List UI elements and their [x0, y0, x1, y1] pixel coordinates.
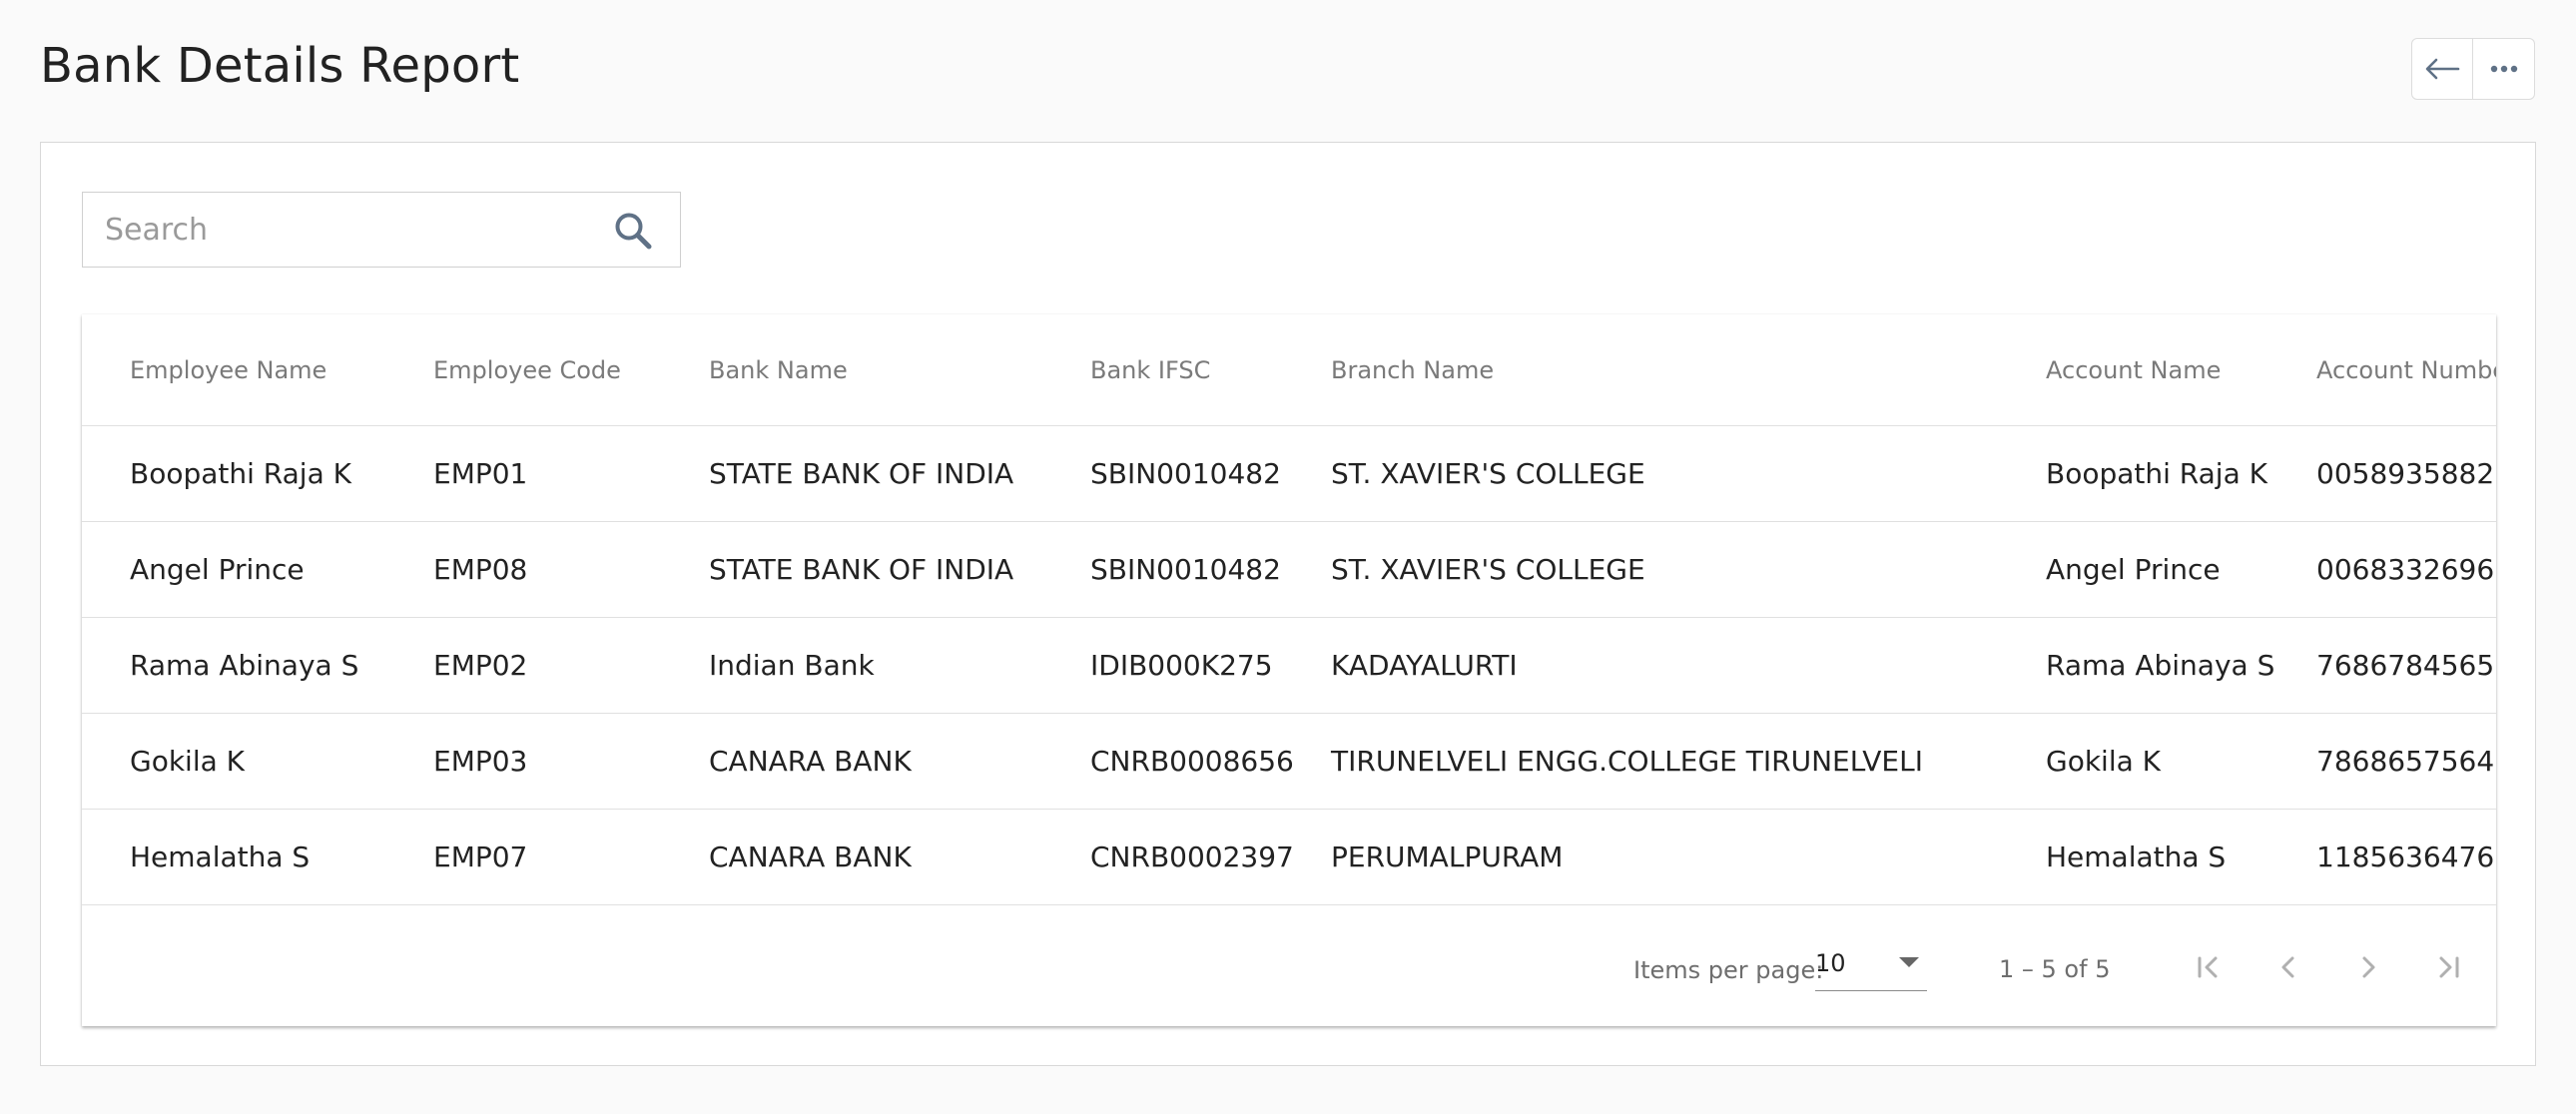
cell-employee-code: EMP07: [433, 840, 528, 873]
table-header-row: Employee Name Employee Code Bank Name Ba…: [82, 314, 2496, 426]
report-panel: Employee Name Employee Code Bank Name Ba…: [40, 142, 2536, 1066]
cell-bank-ifsc: SBIN0010482: [1090, 553, 1281, 586]
cell-account-number: 006833269628: [2316, 553, 2496, 586]
cell-bank-name: Indian Bank: [709, 649, 875, 682]
cell-branch-name: PERUMALPURAM: [1331, 840, 1564, 873]
cell-account-number: 005893588266: [2316, 457, 2496, 490]
next-page-button[interactable]: [2340, 939, 2396, 995]
items-per-page-value: 10: [1815, 949, 1846, 977]
column-header-bank-ifsc[interactable]: Bank IFSC: [1090, 314, 1210, 426]
table-row[interactable]: Boopathi Raja K EMP01 STATE BANK OF INDI…: [82, 426, 2496, 522]
cell-bank-name: STATE BANK OF INDIA: [709, 457, 1014, 490]
search-button[interactable]: [612, 210, 654, 252]
column-header-account-number[interactable]: Account Number: [2316, 314, 2496, 426]
cell-bank-ifsc: CNRB0008656: [1090, 745, 1294, 778]
cell-account-number: 786865756465: [2316, 745, 2496, 778]
cell-employee-code: EMP08: [433, 553, 528, 586]
cell-bank-ifsc: SBIN0010482: [1090, 457, 1281, 490]
cell-employee-name: Angel Prince: [130, 553, 305, 586]
cell-bank-name: CANARA BANK: [709, 745, 912, 778]
cell-employee-code: EMP03: [433, 745, 528, 778]
cell-bank-name: STATE BANK OF INDIA: [709, 553, 1014, 586]
items-per-page-label: Items per page:: [1633, 956, 1824, 984]
page-title: Bank Details Report: [40, 38, 520, 94]
back-button[interactable]: [2411, 38, 2473, 100]
cell-account-number: 118563647687: [2316, 840, 2496, 873]
cell-account-name: Angel Prince: [2046, 553, 2221, 586]
cell-branch-name: ST. XAVIER'S COLLEGE: [1331, 553, 1645, 586]
column-header-bank-name[interactable]: Bank Name: [709, 314, 848, 426]
cell-bank-name: CANARA BANK: [709, 840, 912, 873]
cell-account-name: Rama Abinaya S: [2046, 649, 2275, 682]
cell-bank-ifsc: IDIB000K275: [1090, 649, 1273, 682]
search-input[interactable]: [105, 193, 584, 267]
cell-account-number: 768678456576: [2316, 649, 2496, 682]
first-page-button[interactable]: [2181, 939, 2237, 995]
caret-down-icon: [1899, 957, 1919, 967]
cell-employee-code: EMP01: [433, 457, 528, 490]
cell-branch-name: TIRUNELVELI ENGG.COLLEGE TIRUNELVELI: [1331, 745, 1923, 778]
items-per-page-select[interactable]: 10: [1815, 935, 1927, 991]
table-row[interactable]: Rama Abinaya S EMP02 Indian Bank IDIB000…: [82, 618, 2496, 714]
cell-employee-name: Gokila K: [130, 745, 246, 778]
search-icon: [615, 213, 652, 250]
search-box: [82, 192, 681, 268]
table-row[interactable]: Angel Prince EMP08 STATE BANK OF INDIA S…: [82, 522, 2496, 618]
more-options-button[interactable]: [2473, 38, 2535, 100]
last-page-icon: [2439, 956, 2459, 978]
paginator: Items per page: 10 1 – 5 of 5: [82, 905, 2496, 1026]
bank-details-table: Employee Name Employee Code Bank Name Ba…: [82, 314, 2496, 1026]
cell-branch-name: ST. XAVIER'S COLLEGE: [1331, 457, 1645, 490]
previous-page-button[interactable]: [2260, 939, 2316, 995]
arrow-left-icon: [2425, 58, 2460, 80]
cell-branch-name: KADAYALURTI: [1331, 649, 1518, 682]
column-header-account-name[interactable]: Account Name: [2046, 314, 2221, 426]
cell-employee-name: Boopathi Raja K: [130, 457, 352, 490]
chevron-left-icon: [2281, 956, 2294, 978]
more-horizontal-icon: [2490, 65, 2517, 73]
column-header-branch-name[interactable]: Branch Name: [1331, 314, 1494, 426]
cell-employee-code: EMP02: [433, 649, 528, 682]
table-row[interactable]: Gokila K EMP03 CANARA BANK CNRB0008656 T…: [82, 714, 2496, 810]
cell-employee-name: Rama Abinaya S: [130, 649, 359, 682]
cell-account-name: Boopathi Raja K: [2046, 457, 2268, 490]
column-header-employee-name[interactable]: Employee Name: [130, 314, 326, 426]
cell-bank-ifsc: CNRB0002397: [1090, 840, 1294, 873]
last-page-button[interactable]: [2420, 939, 2476, 995]
page-range-label: 1 – 5 of 5: [1999, 955, 2111, 983]
cell-account-name: Gokila K: [2046, 745, 2162, 778]
chevron-right-icon: [2362, 956, 2375, 978]
header-actions: [2411, 38, 2535, 100]
cell-employee-name: Hemalatha S: [130, 840, 311, 873]
table-row[interactable]: Hemalatha S EMP07 CANARA BANK CNRB000239…: [82, 810, 2496, 905]
cell-account-name: Hemalatha S: [2046, 840, 2227, 873]
column-header-employee-code[interactable]: Employee Code: [433, 314, 621, 426]
first-page-icon: [2198, 956, 2218, 978]
